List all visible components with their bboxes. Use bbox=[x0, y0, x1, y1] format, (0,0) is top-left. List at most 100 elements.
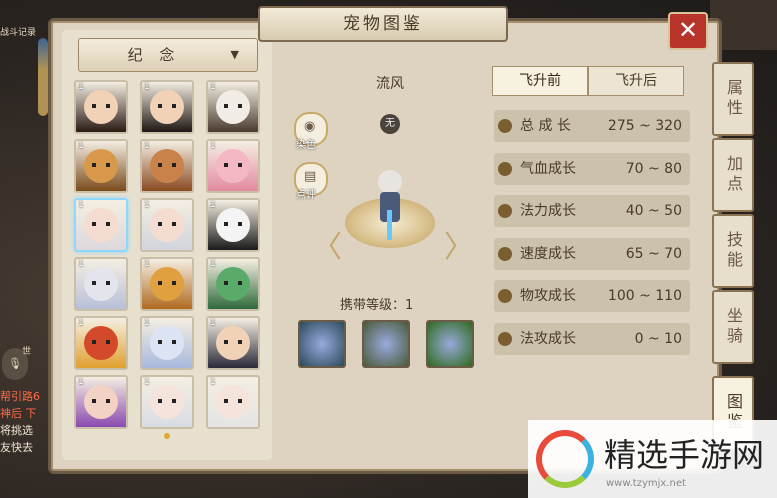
chat-line: 将挑选 bbox=[0, 424, 33, 437]
stat-value: 275 ~ 320 bbox=[607, 118, 682, 134]
stat-row: 气血成长 70 ~ 80 bbox=[494, 152, 690, 185]
skill-slot-2[interactable] bbox=[362, 320, 410, 368]
watermark-logo-icon bbox=[536, 430, 594, 488]
comment-icon: ▤ bbox=[304, 169, 317, 184]
stat-icon bbox=[498, 161, 512, 176]
stat-name: 法力成长 bbox=[520, 203, 576, 219]
carry-level: 携带等级：1 bbox=[340, 294, 460, 313]
pet-card[interactable]: 1 bbox=[206, 316, 260, 370]
pet-level: 1 bbox=[144, 318, 150, 328]
pet-level: 1 bbox=[78, 259, 84, 269]
carry-level-label: 携带等级 bbox=[340, 298, 393, 313]
pet-level: 1 bbox=[78, 82, 84, 92]
chat-line: 神后 下 bbox=[0, 407, 37, 420]
stat-name: 法攻成长 bbox=[520, 330, 576, 347]
pet-card[interactable]: 1 bbox=[140, 198, 194, 252]
tab-attributes[interactable]: 属性 bbox=[712, 62, 754, 136]
pet-level: 1 bbox=[210, 82, 216, 92]
tab-before-ascension[interactable]: 飞升前 bbox=[492, 66, 588, 96]
pet-level: 1 bbox=[144, 259, 150, 269]
dye-label: 染色 bbox=[296, 140, 316, 151]
stat-icon bbox=[498, 204, 512, 218]
pet-level: 1 bbox=[210, 318, 216, 328]
page-indicator-dot bbox=[164, 433, 170, 439]
skill-slot-1[interactable] bbox=[298, 320, 346, 368]
stat-row: 法力成长 40 ~ 50 bbox=[494, 195, 690, 227]
pet-level: 1 bbox=[210, 200, 216, 210]
pet-level: 1 bbox=[144, 141, 150, 151]
pet-card[interactable]: 1 bbox=[206, 198, 260, 252]
pet-card[interactable]: 1 bbox=[206, 139, 260, 193]
rotate-left-icon[interactable]: 〈 bbox=[312, 222, 342, 266]
stat-icon bbox=[498, 289, 512, 303]
carry-level-separator: ： bbox=[392, 298, 406, 313]
pet-level: 1 bbox=[210, 377, 216, 387]
pet-card[interactable]: 1 bbox=[74, 316, 128, 370]
pet-level: 1 bbox=[78, 141, 84, 151]
tab-skills[interactable]: 技能 bbox=[712, 214, 754, 288]
tab-after-ascension[interactable]: 飞升后 bbox=[588, 66, 684, 96]
stat-value: 40 ~ 50 bbox=[625, 203, 682, 219]
stat-icon bbox=[498, 119, 512, 133]
pet-card[interactable]: 1 bbox=[74, 139, 128, 193]
pet-model[interactable] bbox=[375, 170, 405, 240]
stat-value: 70 ~ 80 bbox=[625, 160, 682, 177]
pet-card[interactable]: 1 bbox=[74, 198, 128, 252]
page-title: 宠物图鉴 bbox=[258, 6, 508, 42]
watermark-url: www.tzymjx.net bbox=[606, 478, 686, 489]
close-button[interactable]: ✕ bbox=[668, 12, 708, 50]
pet-card[interactable]: 1 bbox=[206, 80, 260, 134]
stat-name: 气血成长 bbox=[520, 160, 576, 177]
category-dropdown[interactable]: 纪 念 ▼ bbox=[78, 38, 258, 72]
ascension-tabs: 飞升前 飞升后 bbox=[492, 66, 684, 96]
pet-level: 1 bbox=[78, 200, 84, 210]
rotate-right-icon[interactable]: 〉 bbox=[444, 222, 474, 266]
pet-card[interactable]: 1 bbox=[74, 257, 128, 311]
stat-value: 0 ~ 10 bbox=[634, 330, 682, 347]
eye-icon: ◉ bbox=[304, 119, 316, 134]
tab-mount[interactable]: 坐骑 bbox=[712, 290, 754, 364]
pet-card[interactable]: 1 bbox=[206, 375, 260, 429]
battle-record-label[interactable]: 战斗记录 bbox=[0, 25, 36, 38]
pet-level: 1 bbox=[144, 200, 150, 210]
stat-row: 速度成长 65 ~ 70 bbox=[494, 237, 690, 270]
pet-card[interactable]: 1 bbox=[74, 375, 128, 429]
stat-row: 物攻成长 100 ~ 110 bbox=[494, 280, 690, 312]
category-label: 纪 念 bbox=[127, 46, 181, 64]
element-badge: 无 bbox=[380, 114, 400, 134]
stat-icon bbox=[498, 331, 512, 346]
chat-line: 友快去 bbox=[0, 441, 33, 454]
pet-card[interactable]: 1 bbox=[140, 80, 194, 134]
pet-name: 流风 bbox=[376, 76, 404, 92]
stat-icon bbox=[498, 246, 512, 261]
carry-level-value: 1 bbox=[405, 298, 414, 313]
pet-level: 1 bbox=[144, 82, 150, 92]
world-channel-label: 世 bbox=[22, 347, 32, 357]
stat-value: 65 ~ 70 bbox=[625, 245, 682, 262]
pet-level: 1 bbox=[78, 318, 84, 328]
stat-value: 100 ~ 110 bbox=[607, 288, 682, 304]
pet-card[interactable]: 1 bbox=[140, 375, 194, 429]
watermark-title: 精选手游网 bbox=[604, 436, 765, 474]
chat-line: 帮引路6 bbox=[0, 390, 40, 403]
pet-card[interactable]: 1 bbox=[206, 257, 260, 311]
pet-level: 1 bbox=[78, 377, 84, 387]
chevron-down-icon: ▼ bbox=[230, 48, 239, 61]
chat-log: 帮引路6 神后 下 将挑选 友快去 bbox=[0, 388, 52, 456]
pet-level: 1 bbox=[210, 259, 216, 269]
stat-name: 总 成 长 bbox=[520, 118, 571, 134]
stat-row: 法攻成长 0 ~ 10 bbox=[494, 322, 690, 355]
comment-label: 点评 bbox=[296, 190, 316, 201]
pet-level: 1 bbox=[144, 377, 150, 387]
watermark: 精选手游网 www.tzymjx.net bbox=[528, 420, 777, 498]
pet-card[interactable]: 1 bbox=[140, 316, 194, 370]
stat-name: 速度成长 bbox=[520, 245, 576, 262]
stat-row: 总 成 长 275 ~ 320 bbox=[494, 110, 690, 142]
skill-slot-3[interactable] bbox=[426, 320, 474, 368]
tab-points[interactable]: 加点 bbox=[712, 138, 754, 212]
pet-level: 1 bbox=[210, 141, 216, 151]
stat-name: 物攻成长 bbox=[520, 288, 576, 304]
pet-card[interactable]: 1 bbox=[140, 139, 194, 193]
pet-card[interactable]: 1 bbox=[74, 80, 128, 134]
pet-card[interactable]: 1 bbox=[140, 257, 194, 311]
